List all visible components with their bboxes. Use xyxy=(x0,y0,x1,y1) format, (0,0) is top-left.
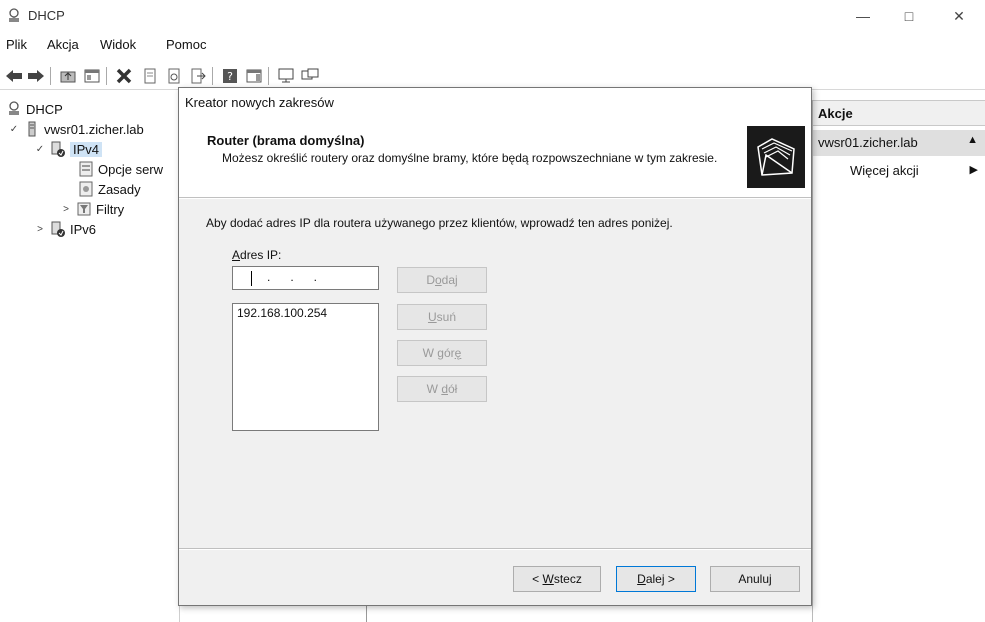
new-scope-wizard-dialog: Kreator nowych zakresów Router (brama do… xyxy=(178,87,812,606)
ip-address-label: Adres IP: xyxy=(232,248,282,262)
toolbar-separator xyxy=(268,67,269,85)
console-tree-icon[interactable] xyxy=(82,66,102,86)
actions-pane: Akcje vwsr01.zicher.lab ▲ Więcej akcji ▶ xyxy=(812,100,985,622)
move-down-button[interactable]: W d ół xyxy=(397,376,487,402)
actions-server-section[interactable]: vwsr01.zicher.lab ▲ xyxy=(813,130,985,156)
window-title: DHCP xyxy=(28,8,65,23)
wizard-folder-icon xyxy=(747,126,805,188)
actions-server-label: vwsr01.zicher.lab xyxy=(818,135,918,150)
wizard-body: Aby dodać adres IP dla routera używanego… xyxy=(179,199,811,549)
wizard-page-description: Możesz określić routery oraz domyślne br… xyxy=(222,151,718,165)
back-arrow-icon[interactable] xyxy=(4,66,24,86)
dhcp-icon xyxy=(9,8,19,22)
back-button[interactable]: < Wstecz xyxy=(513,566,601,592)
tree-label: Opcje serw xyxy=(98,161,164,177)
menu-view[interactable]: Widok xyxy=(100,37,136,52)
policies-icon xyxy=(79,181,93,197)
remove-button[interactable]: Usuń xyxy=(397,304,487,330)
tree-label: vwsr01.zicher.lab xyxy=(44,121,144,137)
forward-arrow-icon[interactable] xyxy=(26,66,46,86)
tree-item-server[interactable]: ✓ vwsr01.zicher.lab xyxy=(8,120,144,138)
menu-bar: Plik Akcja Widok Pomoc xyxy=(0,34,985,56)
dhcp-icon xyxy=(9,101,19,115)
minimize-button[interactable]: — xyxy=(840,0,886,32)
instruction-text: Aby dodać adres IP dla routera używanego… xyxy=(206,216,673,230)
tree-item-policies[interactable]: Zasady xyxy=(78,180,141,198)
options-icon xyxy=(79,161,93,177)
chevron-right-icon[interactable]: > xyxy=(34,224,46,235)
tree-item-ipv6[interactable]: > IPv6 xyxy=(34,220,96,238)
add-button[interactable]: Do daj xyxy=(397,267,487,293)
ipv6-icon xyxy=(51,221,65,237)
tree-item-filters[interactable]: > Filtry xyxy=(60,200,124,218)
dialog-title: Kreator nowych zakresów xyxy=(185,95,334,110)
toolbar-separator xyxy=(212,67,213,85)
collapse-up-icon[interactable]: ▲ xyxy=(967,134,978,146)
console-tree: DHCP ✓ vwsr01.zicher.lab ✓ IPv4 Opcje se… xyxy=(4,92,180,622)
chevron-down-icon[interactable]: ✓ xyxy=(34,144,46,155)
close-button[interactable]: ✕ xyxy=(936,0,982,32)
actions-header: Akcje xyxy=(813,100,985,126)
export-list-icon[interactable] xyxy=(188,66,208,86)
menu-help[interactable]: Pomoc xyxy=(166,37,206,52)
router-list[interactable]: 192.168.100.254 xyxy=(232,303,379,431)
svg-text:?: ? xyxy=(227,70,233,83)
tree-label: Filtry xyxy=(96,201,125,217)
wizard-header: Router (brama domyślna) Możesz określić … xyxy=(179,118,811,198)
tree-item-ipv4[interactable]: ✓ IPv4 xyxy=(34,140,103,158)
tree-label: Zasady xyxy=(98,181,141,197)
wizard-footer: < Wstecz Dalej > Anuluj xyxy=(179,550,811,605)
text-caret xyxy=(251,271,252,286)
maximize-button[interactable]: □ xyxy=(886,0,932,32)
more-actions-item[interactable]: Więcej akcji ▶ xyxy=(813,160,985,182)
properties-icon[interactable] xyxy=(140,66,160,86)
chevron-down-icon[interactable]: ✓ xyxy=(8,124,20,135)
tree-label: DHCP xyxy=(26,101,63,117)
help-icon[interactable]: ? xyxy=(220,66,240,86)
action-pane-icon[interactable] xyxy=(244,66,264,86)
wizard-page-title: Router (brama domyślna) xyxy=(207,133,365,148)
ip-address-input[interactable]: . . . xyxy=(232,266,379,290)
delete-icon[interactable] xyxy=(114,66,134,86)
tree-label: IPv4 xyxy=(70,141,103,157)
menu-file[interactable]: Plik xyxy=(6,37,27,52)
toolbar-separator xyxy=(50,67,51,85)
refresh-icon[interactable] xyxy=(164,66,184,86)
tree-item-dhcp[interactable]: DHCP xyxy=(6,100,63,118)
list-item[interactable]: 192.168.100.254 xyxy=(233,304,378,322)
ipv4-icon xyxy=(51,141,65,157)
chevron-right-icon[interactable]: > xyxy=(60,204,72,215)
monitor-icon[interactable] xyxy=(276,66,296,86)
window-titlebar: DHCP — □ ✕ xyxy=(0,0,985,32)
ip-octet-separators: . . . xyxy=(267,270,318,284)
monitors-icon[interactable] xyxy=(300,66,320,86)
server-icon xyxy=(28,121,36,137)
tree-label: IPv6 xyxy=(70,221,97,237)
tree-item-options[interactable]: Opcje serw xyxy=(78,160,163,178)
cancel-button[interactable]: Anuluj xyxy=(710,566,800,592)
move-up-button[interactable]: W gór ę xyxy=(397,340,487,366)
more-actions-label: Więcej akcji xyxy=(850,163,919,178)
menu-action[interactable]: Akcja xyxy=(47,37,79,52)
toolbar-separator xyxy=(106,67,107,85)
filter-icon xyxy=(77,202,91,216)
up-folder-icon[interactable] xyxy=(58,66,78,86)
submenu-arrow-icon: ▶ xyxy=(969,164,978,176)
next-button[interactable]: Dalej > xyxy=(616,566,696,592)
toolbar: ? xyxy=(0,62,985,90)
